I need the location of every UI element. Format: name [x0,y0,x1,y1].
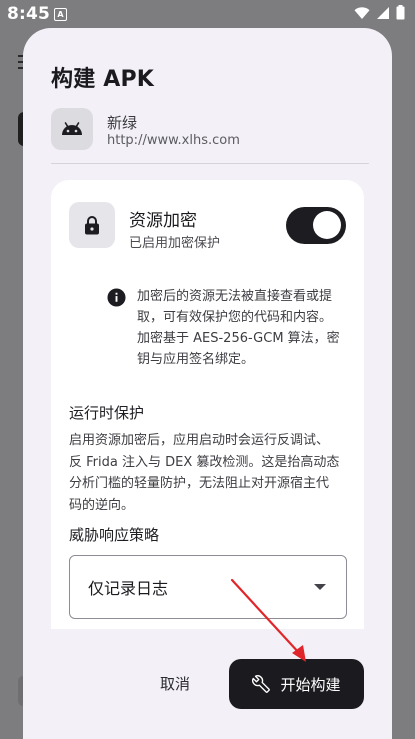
system-icons [354,5,405,20]
encryption-info-text: 加密后的资源无法被直接查看或提 取，可有效保护您的代码和内容。 加密基于 AES… [137,289,340,367]
encryption-toggle[interactable] [286,207,346,244]
cancel-button[interactable]: 取消 [160,673,190,694]
notification-icon: A [54,8,67,21]
threat-policy-select[interactable]: 仅记录日志 [69,555,347,619]
dialog-title: 构建 APK [51,67,155,92]
signal-icon [377,6,389,19]
lock-icon [69,202,115,248]
runtime-protection-title: 运行时保护 [69,404,145,422]
toggle-knob [313,211,341,239]
app-url: http://www.xlhs.com [107,133,240,148]
threat-policy-title: 威胁响应策略 [69,526,160,544]
info-icon [107,288,126,307]
build-apk-dialog: 构建 APK 新绿 http://www.xlhs.com 资源加密 已启用加密… [23,28,392,739]
wifi-icon [354,6,370,19]
app-name: 新绿 [107,114,138,132]
status-bar: 8:45 A [0,0,415,28]
divider [51,163,369,164]
start-build-label: 开始构建 [280,675,341,694]
encryption-title: 资源加密 [129,211,197,231]
wrench-icon [252,675,271,693]
android-icon [51,108,93,150]
start-build-button[interactable]: 开始构建 [229,659,364,709]
encryption-card: 资源加密 已启用加密保护 加密后的资源无法被直接查看或提 取，可有效保护您的代码… [51,180,364,629]
encryption-status: 已启用加密保护 [129,236,221,251]
status-time: 8:45 [7,4,51,24]
dropdown-arrow-icon [314,584,326,590]
battery-icon [396,5,405,20]
threat-policy-value: 仅记录日志 [88,579,169,598]
app-info-row: 新绿 http://www.xlhs.com [51,108,369,150]
runtime-protection-desc: 启用资源加密后，应用启动时会运行反调试、 反 Frida 注入与 DEX 篡改检… [69,433,340,513]
